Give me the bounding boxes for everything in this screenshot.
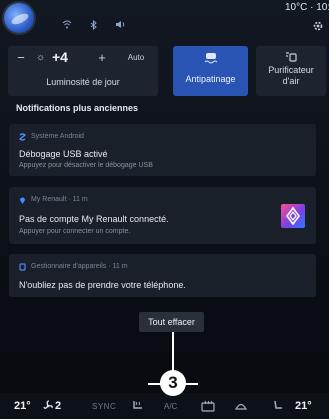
section-title: Notifications plus anciennes xyxy=(16,103,139,113)
air-purifier-toggle[interactable]: Purificateur d'air xyxy=(256,46,326,96)
status-bar: 10°C · 10:2 xyxy=(0,0,329,36)
luminosity-decrease-button[interactable]: − xyxy=(14,51,28,65)
notification-source: Gestionnaire d'appareils · 11 m xyxy=(31,263,128,270)
antipatinage-label: Antipatinage xyxy=(185,74,236,84)
quick-settings-row: − ☼ +4 + Auto Luminosité de jour Antipat… xyxy=(0,46,329,96)
location-pin-icon xyxy=(20,197,25,204)
notification-card[interactable]: Système Android Débogage USB activé Appu… xyxy=(9,124,316,176)
clear-all-button[interactable]: Tout effacer xyxy=(139,312,204,332)
fan-level[interactable]: 2 xyxy=(55,400,61,412)
luminosity-label: Luminosité de jour xyxy=(46,77,120,87)
rear-defrost-icon[interactable] xyxy=(201,400,215,412)
bluetooth-icon xyxy=(90,20,97,30)
luminosity-auto-button[interactable]: Auto xyxy=(120,51,152,65)
android-system-icon xyxy=(19,133,26,141)
volume-icon xyxy=(116,21,125,28)
temperature-right[interactable]: 21° xyxy=(295,400,312,412)
device-manager-icon xyxy=(19,263,26,271)
notification-title: N'oubliez pas de prendre votre téléphone… xyxy=(19,280,186,290)
fan-icon xyxy=(43,400,53,409)
my-renault-logo-icon xyxy=(281,204,305,228)
wifi-icon xyxy=(62,20,72,29)
luminosity-increase-button[interactable]: + xyxy=(95,51,109,65)
air-recirculation-icon[interactable] xyxy=(234,400,248,412)
notification-card[interactable]: Gestionnaire d'appareils · 11 m N'oublie… xyxy=(9,254,316,297)
air-purifier-icon xyxy=(286,52,297,62)
callout-line xyxy=(172,332,174,374)
home-logo-button[interactable] xyxy=(4,3,34,33)
air-purifier-label: Purificateur d'air xyxy=(268,65,314,86)
notification-panel-screen: 10°C · 10:2 − ☼ +4 + Auto Luminosité de … xyxy=(0,0,329,419)
callout-number: 3 xyxy=(160,370,186,396)
notification-subtitle: Appuyez pour désactiver le débogage USB xyxy=(19,162,153,169)
notification-title: Débogage USB activé xyxy=(19,149,108,159)
seat-heating-icon[interactable] xyxy=(131,400,145,412)
notification-title: Pas de compte My Renault connecté. xyxy=(19,214,169,224)
notification-subtitle: Appuyer pour connecter un compte. xyxy=(19,228,131,235)
luminosity-value: +4 xyxy=(52,49,68,65)
antipatinage-toggle[interactable]: Antipatinage xyxy=(173,46,248,96)
notification-source: Système Android xyxy=(31,133,84,140)
notification-card[interactable]: My Renault · 11 m Pas de compte My Renau… xyxy=(9,187,316,244)
temperature-left[interactable]: 21° xyxy=(14,400,31,412)
temperature-time: 10°C · 10:2 xyxy=(285,2,329,13)
notification-source: My Renault · 11 m xyxy=(31,196,88,203)
sync-button[interactable]: SYNC xyxy=(92,402,116,411)
gear-icon[interactable] xyxy=(312,20,324,32)
climate-bar: 21° 2 SYNC A/C 21° xyxy=(0,393,329,419)
status-icons xyxy=(62,20,126,30)
ac-button[interactable]: A/C xyxy=(164,402,177,411)
luminosity-control: − ☼ +4 + Auto Luminosité de jour xyxy=(8,46,158,96)
sun-icon: ☼ xyxy=(36,52,46,63)
seat-icon[interactable] xyxy=(271,400,285,412)
traction-control-icon xyxy=(204,53,218,64)
